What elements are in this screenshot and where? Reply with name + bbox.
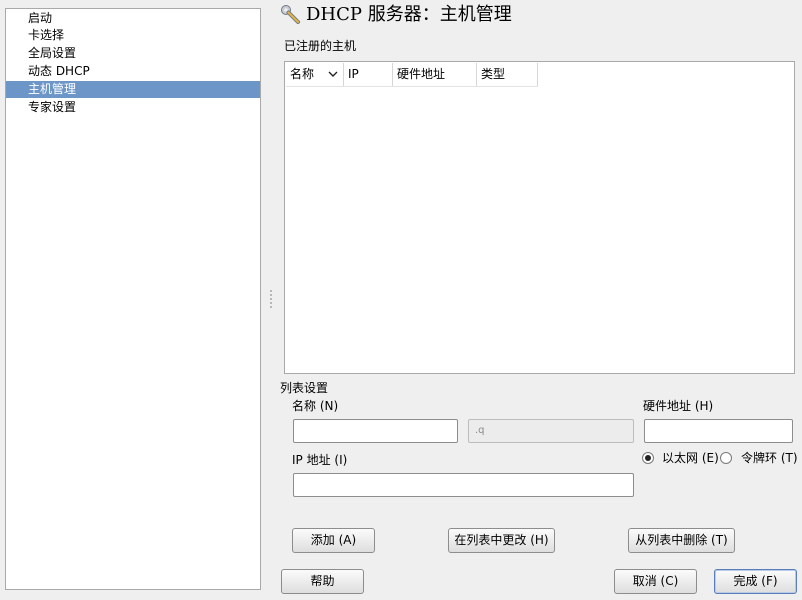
domain-field: .q bbox=[468, 419, 634, 443]
sidebar-item-card-selection[interactable]: 卡选择 bbox=[6, 27, 260, 44]
column-header-type[interactable]: 类型 bbox=[477, 63, 538, 86]
list-settings-label: 列表设置 bbox=[280, 381, 329, 395]
finish-button[interactable]: 完成 (F) bbox=[714, 569, 797, 594]
hardware-address-label: 硬件地址 (H) bbox=[643, 399, 714, 413]
sort-descending-icon bbox=[328, 63, 338, 94]
name-input[interactable] bbox=[293, 419, 458, 443]
name-label: 名称 (N) bbox=[292, 399, 339, 413]
table-header: 名称 IP 硬件地址 类型 bbox=[286, 63, 538, 87]
splitter-handle[interactable] bbox=[268, 290, 274, 308]
column-header-hardware-address[interactable]: 硬件地址 bbox=[393, 63, 477, 86]
ethernet-radio-label[interactable]: 以太网 (E) bbox=[662, 450, 719, 466]
wrench-icon bbox=[280, 4, 302, 26]
hosts-heading: 已注册的主机 bbox=[284, 39, 357, 53]
sidebar-panel: 启动 卡选择 全局设置 动态 DHCP 主机管理 专家设置 bbox=[5, 8, 261, 590]
token-ring-radio[interactable] bbox=[720, 452, 732, 464]
sidebar-item-global-settings[interactable]: 全局设置 bbox=[6, 45, 260, 62]
hosts-table[interactable]: 名称 IP 硬件地址 类型 bbox=[284, 61, 795, 374]
column-header-name[interactable]: 名称 bbox=[286, 63, 344, 86]
delete-from-list-button[interactable]: 从列表中删除 (T) bbox=[628, 528, 735, 553]
sidebar-item-startup[interactable]: 启动 bbox=[6, 10, 260, 27]
ethernet-radio[interactable] bbox=[642, 452, 654, 464]
page-title: DHCP 服务器：主机管理 bbox=[306, 4, 512, 25]
ip-address-label: IP 地址 (I) bbox=[292, 453, 348, 467]
ip-address-input[interactable] bbox=[293, 473, 634, 497]
change-in-list-button[interactable]: 在列表中更改 (H) bbox=[448, 528, 555, 553]
add-button[interactable]: 添加 (A) bbox=[292, 528, 375, 553]
sidebar-item-host-management[interactable]: 主机管理 bbox=[6, 81, 260, 98]
column-header-ip[interactable]: IP bbox=[344, 63, 393, 86]
help-button[interactable]: 帮助 bbox=[281, 569, 364, 594]
cancel-button[interactable]: 取消 (C) bbox=[614, 569, 697, 594]
sidebar-item-dynamic-dhcp[interactable]: 动态 DHCP bbox=[6, 63, 260, 80]
hardware-address-input[interactable] bbox=[644, 419, 793, 443]
column-header-name-label: 名称 bbox=[290, 67, 315, 81]
sidebar-item-expert-settings[interactable]: 专家设置 bbox=[6, 99, 260, 116]
token-ring-radio-label[interactable]: 令牌环 (T) bbox=[741, 450, 798, 466]
